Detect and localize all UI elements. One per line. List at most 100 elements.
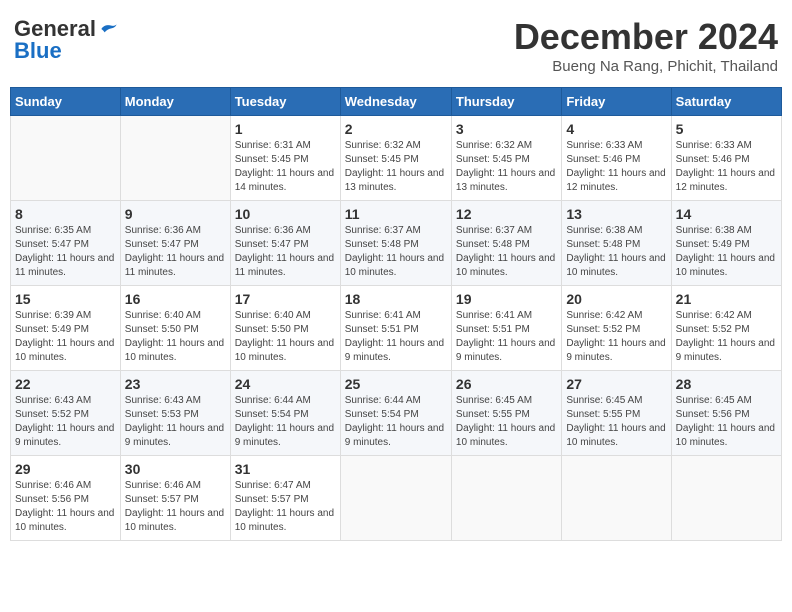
day-info: Sunrise: 6:43 AM Sunset: 5:53 PM Dayligh… [125, 394, 226, 450]
day-number: 11 [345, 206, 447, 222]
day-cell-24: 24 Sunrise: 6:44 AM Sunset: 5:54 PM Dayl… [230, 371, 340, 456]
weekday-saturday: Saturday [671, 88, 781, 116]
day-info: Sunrise: 6:31 AM Sunset: 5:45 PM Dayligh… [235, 139, 336, 195]
day-number: 13 [566, 206, 666, 222]
day-number: 30 [125, 461, 226, 477]
day-cell-20: 20 Sunrise: 6:42 AM Sunset: 5:52 PM Dayl… [562, 286, 671, 371]
day-info: Sunrise: 6:39 AM Sunset: 5:49 PM Dayligh… [15, 309, 116, 365]
week-row-4: 22 Sunrise: 6:43 AM Sunset: 5:52 PM Dayl… [11, 371, 782, 456]
day-cell-12: 12 Sunrise: 6:37 AM Sunset: 5:48 PM Dayl… [451, 201, 561, 286]
day-number: 17 [235, 291, 336, 307]
day-number: 2 [345, 121, 447, 137]
day-number: 12 [456, 206, 557, 222]
day-number: 1 [235, 121, 336, 137]
page-header: General Blue December 2024 Bueng Na Rang… [10, 10, 782, 81]
weekday-header-row: SundayMondayTuesdayWednesdayThursdayFrid… [11, 88, 782, 116]
day-number: 4 [566, 121, 666, 137]
location-text: Bueng Na Rang, Phichit, Thailand [514, 58, 778, 75]
day-cell-26: 26 Sunrise: 6:45 AM Sunset: 5:55 PM Dayl… [451, 371, 561, 456]
day-info: Sunrise: 6:32 AM Sunset: 5:45 PM Dayligh… [456, 139, 557, 195]
day-info: Sunrise: 6:33 AM Sunset: 5:46 PM Dayligh… [676, 139, 777, 195]
day-number: 15 [15, 291, 116, 307]
day-info: Sunrise: 6:36 AM Sunset: 5:47 PM Dayligh… [235, 224, 336, 280]
day-cell-25: 25 Sunrise: 6:44 AM Sunset: 5:54 PM Dayl… [340, 371, 451, 456]
day-info: Sunrise: 6:45 AM Sunset: 5:56 PM Dayligh… [676, 394, 777, 450]
empty-cell [451, 456, 561, 541]
day-cell-23: 23 Sunrise: 6:43 AM Sunset: 5:53 PM Dayl… [120, 371, 230, 456]
day-number: 28 [676, 376, 777, 392]
day-cell-10: 10 Sunrise: 6:36 AM Sunset: 5:47 PM Dayl… [230, 201, 340, 286]
day-cell-30: 30 Sunrise: 6:46 AM Sunset: 5:57 PM Dayl… [120, 456, 230, 541]
day-info: Sunrise: 6:45 AM Sunset: 5:55 PM Dayligh… [566, 394, 666, 450]
calendar-header: SundayMondayTuesdayWednesdayThursdayFrid… [11, 88, 782, 116]
day-info: Sunrise: 6:44 AM Sunset: 5:54 PM Dayligh… [235, 394, 336, 450]
day-info: Sunrise: 6:41 AM Sunset: 5:51 PM Dayligh… [345, 309, 447, 365]
week-row-5: 29 Sunrise: 6:46 AM Sunset: 5:56 PM Dayl… [11, 456, 782, 541]
empty-cell [562, 456, 671, 541]
day-info: Sunrise: 6:37 AM Sunset: 5:48 PM Dayligh… [345, 224, 447, 280]
day-cell-8: 8 Sunrise: 6:35 AM Sunset: 5:47 PM Dayli… [11, 201, 121, 286]
day-cell-21: 21 Sunrise: 6:42 AM Sunset: 5:52 PM Dayl… [671, 286, 781, 371]
day-number: 25 [345, 376, 447, 392]
day-info: Sunrise: 6:43 AM Sunset: 5:52 PM Dayligh… [15, 394, 116, 450]
empty-cell [340, 456, 451, 541]
day-number: 18 [345, 291, 447, 307]
day-cell-19: 19 Sunrise: 6:41 AM Sunset: 5:51 PM Dayl… [451, 286, 561, 371]
day-number: 20 [566, 291, 666, 307]
weekday-wednesday: Wednesday [340, 88, 451, 116]
logo-bird-icon [98, 19, 118, 39]
empty-cell [671, 456, 781, 541]
day-number: 26 [456, 376, 557, 392]
day-info: Sunrise: 6:41 AM Sunset: 5:51 PM Dayligh… [456, 309, 557, 365]
day-cell-29: 29 Sunrise: 6:46 AM Sunset: 5:56 PM Dayl… [11, 456, 121, 541]
day-number: 23 [125, 376, 226, 392]
day-info: Sunrise: 6:40 AM Sunset: 5:50 PM Dayligh… [235, 309, 336, 365]
day-cell-15: 15 Sunrise: 6:39 AM Sunset: 5:49 PM Dayl… [11, 286, 121, 371]
weekday-sunday: Sunday [11, 88, 121, 116]
day-number: 9 [125, 206, 226, 222]
day-info: Sunrise: 6:33 AM Sunset: 5:46 PM Dayligh… [566, 139, 666, 195]
day-info: Sunrise: 6:46 AM Sunset: 5:57 PM Dayligh… [125, 479, 226, 535]
weekday-tuesday: Tuesday [230, 88, 340, 116]
day-cell-3: 3 Sunrise: 6:32 AM Sunset: 5:45 PM Dayli… [451, 116, 561, 201]
day-cell-13: 13 Sunrise: 6:38 AM Sunset: 5:48 PM Dayl… [562, 201, 671, 286]
day-cell-27: 27 Sunrise: 6:45 AM Sunset: 5:55 PM Dayl… [562, 371, 671, 456]
weekday-friday: Friday [562, 88, 671, 116]
day-cell-4: 4 Sunrise: 6:33 AM Sunset: 5:46 PM Dayli… [562, 116, 671, 201]
logo-blue-text: Blue [14, 38, 62, 64]
day-cell-11: 11 Sunrise: 6:37 AM Sunset: 5:48 PM Dayl… [340, 201, 451, 286]
day-info: Sunrise: 6:40 AM Sunset: 5:50 PM Dayligh… [125, 309, 226, 365]
day-number: 29 [15, 461, 116, 477]
day-number: 24 [235, 376, 336, 392]
title-block: December 2024 Bueng Na Rang, Phichit, Th… [514, 16, 778, 75]
month-title: December 2024 [514, 16, 778, 58]
day-number: 22 [15, 376, 116, 392]
weekday-monday: Monday [120, 88, 230, 116]
day-number: 31 [235, 461, 336, 477]
day-info: Sunrise: 6:37 AM Sunset: 5:48 PM Dayligh… [456, 224, 557, 280]
day-info: Sunrise: 6:36 AM Sunset: 5:47 PM Dayligh… [125, 224, 226, 280]
day-cell-5: 5 Sunrise: 6:33 AM Sunset: 5:46 PM Dayli… [671, 116, 781, 201]
week-row-3: 15 Sunrise: 6:39 AM Sunset: 5:49 PM Dayl… [11, 286, 782, 371]
day-info: Sunrise: 6:32 AM Sunset: 5:45 PM Dayligh… [345, 139, 447, 195]
day-number: 8 [15, 206, 116, 222]
day-info: Sunrise: 6:35 AM Sunset: 5:47 PM Dayligh… [15, 224, 116, 280]
weekday-thursday: Thursday [451, 88, 561, 116]
day-cell-14: 14 Sunrise: 6:38 AM Sunset: 5:49 PM Dayl… [671, 201, 781, 286]
day-number: 16 [125, 291, 226, 307]
day-number: 14 [676, 206, 777, 222]
day-number: 21 [676, 291, 777, 307]
day-info: Sunrise: 6:47 AM Sunset: 5:57 PM Dayligh… [235, 479, 336, 535]
day-info: Sunrise: 6:46 AM Sunset: 5:56 PM Dayligh… [15, 479, 116, 535]
day-info: Sunrise: 6:45 AM Sunset: 5:55 PM Dayligh… [456, 394, 557, 450]
day-cell-2: 2 Sunrise: 6:32 AM Sunset: 5:45 PM Dayli… [340, 116, 451, 201]
day-info: Sunrise: 6:44 AM Sunset: 5:54 PM Dayligh… [345, 394, 447, 450]
day-cell-31: 31 Sunrise: 6:47 AM Sunset: 5:57 PM Dayl… [230, 456, 340, 541]
day-info: Sunrise: 6:38 AM Sunset: 5:49 PM Dayligh… [676, 224, 777, 280]
day-cell-17: 17 Sunrise: 6:40 AM Sunset: 5:50 PM Dayl… [230, 286, 340, 371]
day-cell-16: 16 Sunrise: 6:40 AM Sunset: 5:50 PM Dayl… [120, 286, 230, 371]
day-number: 5 [676, 121, 777, 137]
day-info: Sunrise: 6:42 AM Sunset: 5:52 PM Dayligh… [676, 309, 777, 365]
day-info: Sunrise: 6:38 AM Sunset: 5:48 PM Dayligh… [566, 224, 666, 280]
week-row-2: 8 Sunrise: 6:35 AM Sunset: 5:47 PM Dayli… [11, 201, 782, 286]
